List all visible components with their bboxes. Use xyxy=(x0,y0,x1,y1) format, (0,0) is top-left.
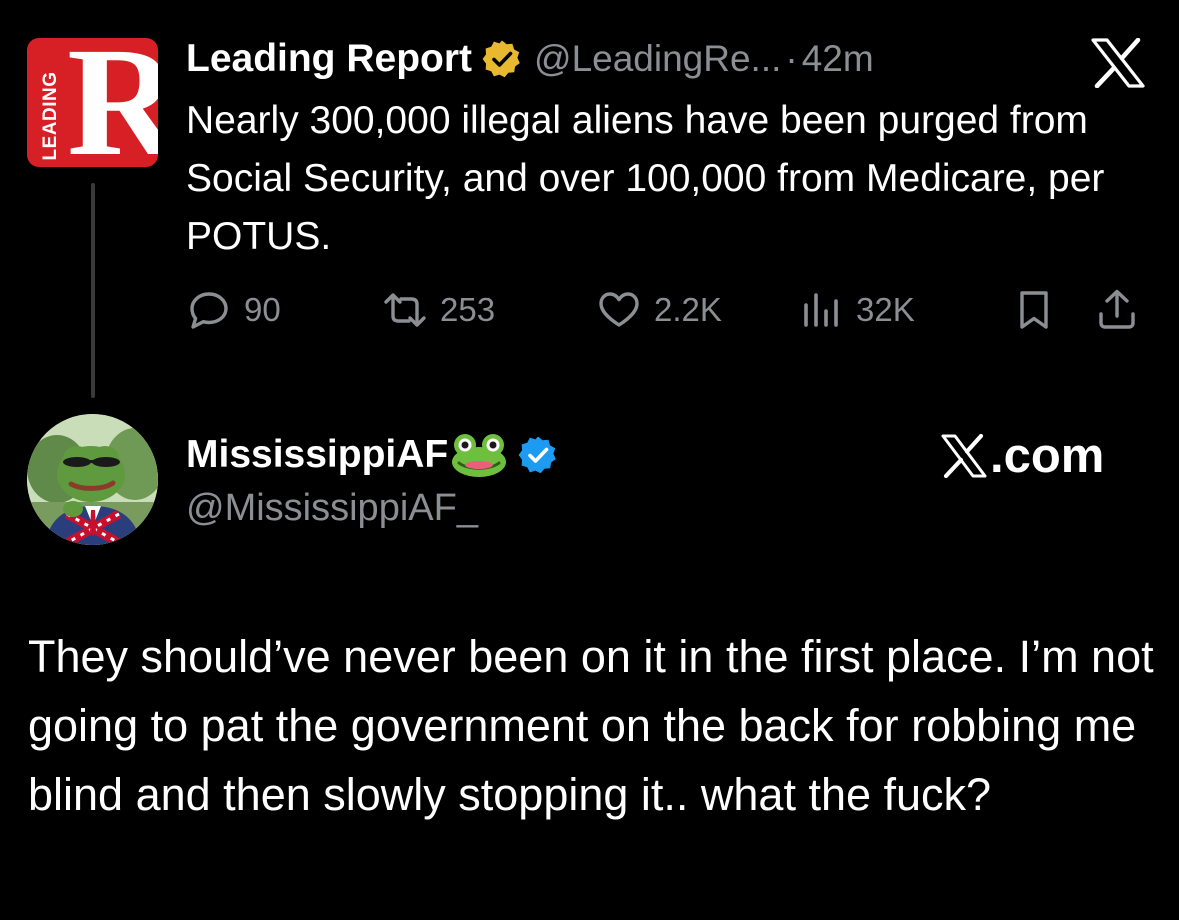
parent-author-name[interactable]: Leading Report xyxy=(186,37,472,81)
reply-tweet-text: They should’ve never been on it in the f… xyxy=(28,631,1154,820)
thread-connector-line xyxy=(91,183,95,398)
reply-button[interactable]: 90 xyxy=(186,282,281,338)
reply-icon xyxy=(190,292,228,329)
parent-tweet-text: Nearly 300,000 illegal aliens have been … xyxy=(186,99,1105,258)
parent-tweet-header: Leading Report @LeadingRe... · 42m xyxy=(186,34,874,84)
repost-button[interactable]: 253 xyxy=(382,282,495,338)
x-logo-icon xyxy=(941,434,987,478)
reply-tweet-header: MississippiAF xyxy=(186,430,558,480)
views-button[interactable]: 32K xyxy=(798,282,915,338)
avatar-image xyxy=(27,414,158,545)
pepe-frog-avatar[interactable] xyxy=(27,414,158,545)
bookmark-button[interactable] xyxy=(1011,282,1069,338)
avatar-vertical-text: LEADING xyxy=(40,71,61,161)
like-count: 2.2K xyxy=(654,291,722,328)
x-logo-icon xyxy=(1091,38,1145,88)
parent-timestamp[interactable]: 42m xyxy=(802,38,874,80)
like-button[interactable]: 2.2K xyxy=(596,282,722,338)
share-icon xyxy=(1099,289,1135,329)
views-icon xyxy=(804,293,838,327)
gold-verified-icon xyxy=(482,40,520,78)
heart-icon xyxy=(599,292,639,327)
blue-verified-icon xyxy=(518,436,557,474)
x-com-watermark: .com xyxy=(940,428,1104,484)
parent-tweet-actions: 90 253 2.2K 32K xyxy=(186,282,1146,338)
handle-time-separator: · xyxy=(785,38,798,79)
frog-emoji xyxy=(452,434,507,477)
share-button[interactable] xyxy=(1094,282,1152,338)
reply-handle[interactable]: @MississippiAF_ xyxy=(186,487,478,530)
site-label: .com xyxy=(990,429,1105,483)
bookmark-icon xyxy=(1020,291,1048,329)
parent-handle[interactable]: @LeadingRe... xyxy=(534,38,781,80)
reply-author-name[interactable]: MississippiAF xyxy=(186,433,448,477)
view-count: 32K xyxy=(856,291,915,328)
leading-report-avatar[interactable]: R LEADING xyxy=(27,38,158,167)
reply-count: 90 xyxy=(244,291,281,328)
repost-icon xyxy=(384,293,426,327)
avatar-letter: R xyxy=(67,38,158,167)
repost-count: 253 xyxy=(440,291,496,328)
screenshot-page: R LEADING Leading Report @LeadingRe... ·… xyxy=(0,0,1179,920)
